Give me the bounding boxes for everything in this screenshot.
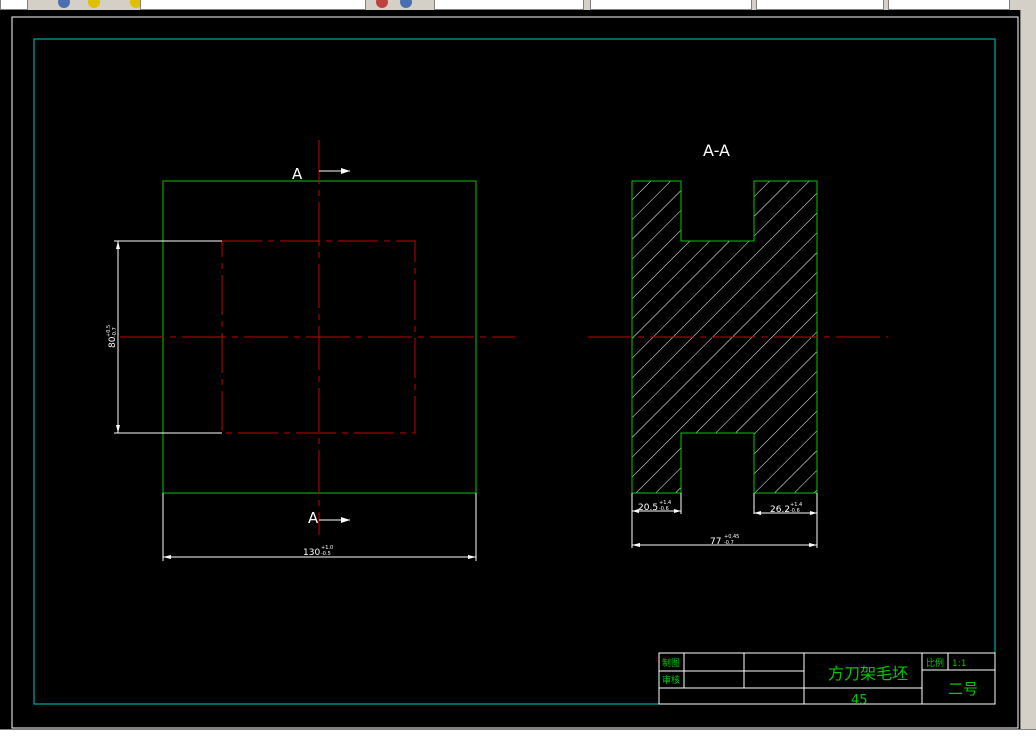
plotstyle-select[interactable] [888, 0, 1010, 10]
dim-right-flange-base: 26.2 [770, 505, 790, 515]
dim-height-base: 80 [108, 336, 118, 348]
dim-width-base: 130 [303, 548, 320, 558]
scale-label: 比例 [926, 657, 944, 669]
title-block-frame [658, 652, 996, 705]
dim-arrowhead [632, 543, 640, 547]
section-mark-bottom: A [308, 509, 319, 527]
dim-arrowhead [754, 511, 761, 515]
dim-arrowhead [163, 555, 171, 559]
drawn-by-label: 制图 [662, 657, 680, 669]
section-arrowhead-bottom [341, 517, 350, 523]
vertical-scrollbar[interactable] [1020, 10, 1036, 729]
lineweight-select[interactable] [756, 0, 884, 10]
dim-arrowhead [116, 425, 120, 433]
color-select[interactable] [434, 0, 584, 10]
checked-by-label: 审核 [662, 674, 680, 686]
dim-arrowhead [468, 555, 476, 559]
sun-icon[interactable] [88, 0, 100, 8]
toolbar-combo-1[interactable] [0, 0, 28, 10]
drawing-canvas[interactable]: A A 80 +0.5 -0.7 130 +1.0 -0.5 A-A 20.5 … [0, 10, 1020, 729]
front-view: A A 80 +0.5 -0.7 130 +1.0 -0.5 [106, 140, 515, 561]
dim-arrowhead [116, 241, 120, 249]
layer-prev-icon[interactable] [400, 0, 412, 8]
dim-total-width-base: 77 [710, 537, 721, 547]
title-block [658, 652, 996, 705]
linetype-select[interactable] [590, 0, 752, 10]
sheet-size: 二号 [948, 680, 978, 698]
dim-arrowhead [810, 511, 817, 515]
dim-width-lower: -0.5 [321, 551, 331, 557]
cad-drawing: A A 80 +0.5 -0.7 130 +1.0 -0.5 A-A 20.5 … [11, 16, 1019, 729]
dim-right-flange-lower: -0.6 [790, 508, 800, 514]
drawing-border [33, 38, 996, 705]
dim-height-lower: -0.7 [112, 327, 118, 337]
section-view: A-A 20.5 +1.4 -0.6 26.2 +1.4 -0.6 77 +0.… [588, 141, 888, 548]
dim-left-flange-lower: -0.6 [659, 506, 669, 512]
layer-props-icon[interactable] [376, 0, 388, 8]
section-mark-top: A [292, 165, 303, 183]
layer-icon[interactable] [58, 0, 70, 8]
layer-select[interactable] [140, 0, 366, 10]
section-title: A-A [703, 141, 730, 160]
dim-total-width-lower: -0.7 [724, 540, 734, 546]
section-arrowhead-top [341, 168, 350, 174]
material: 45 [851, 693, 868, 708]
dim-arrowhead [809, 543, 817, 547]
dim-arrowhead [674, 509, 681, 513]
dim-left-flange-base: 20.5 [638, 503, 658, 513]
part-name: 方刀架毛坯 [828, 664, 908, 683]
scale-value: 1:1 [952, 659, 966, 669]
